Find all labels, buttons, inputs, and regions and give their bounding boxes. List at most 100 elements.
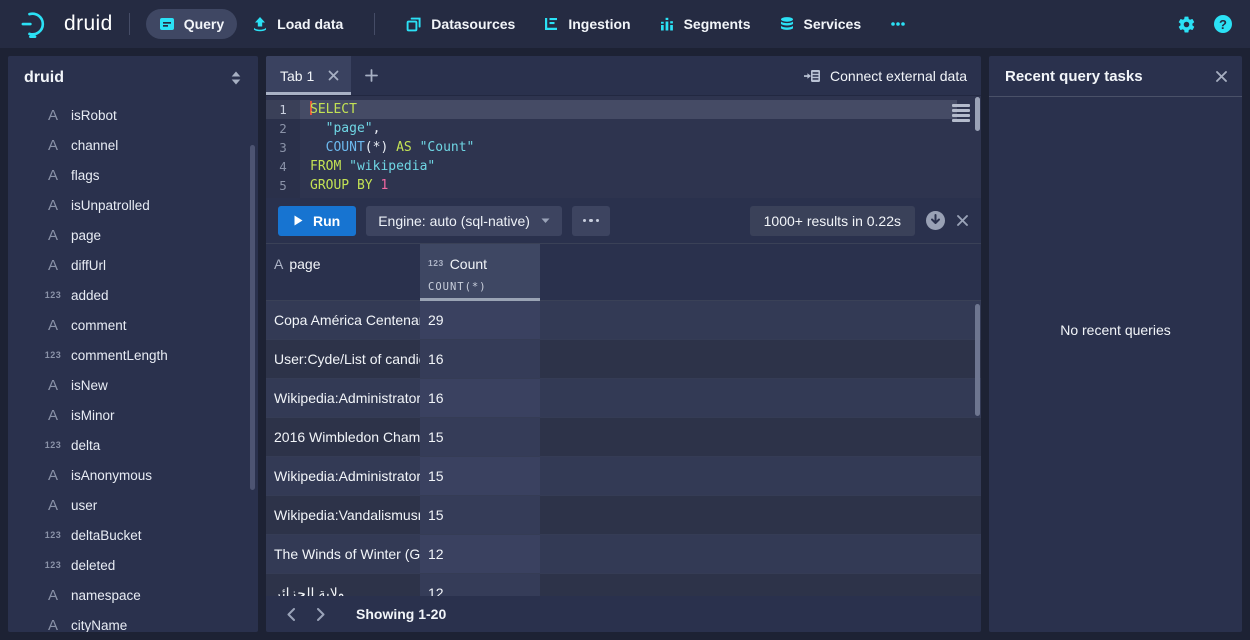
- sidebar-column-isNew[interactable]: AisNew: [8, 370, 258, 400]
- editor-line[interactable]: 2 "page",: [266, 119, 981, 138]
- cell-count-value[interactable]: 15: [420, 496, 540, 534]
- connect-external-data-button[interactable]: Connect external data: [804, 68, 981, 84]
- close-tasks-panel-button[interactable]: [1215, 70, 1228, 83]
- engine-select[interactable]: Engine: auto (sql-native): [366, 206, 562, 236]
- line-number: 1: [266, 100, 300, 119]
- sidebar-column-deleted[interactable]: 123deleted: [8, 550, 258, 580]
- sidebar-column-isRobot[interactable]: AisRobot: [8, 100, 258, 130]
- connect-external-data-icon: [804, 68, 821, 84]
- sidebar-column-page[interactable]: Apage: [8, 220, 258, 250]
- cell-page-value[interactable]: User:Cyde/List of candidates for speedy …: [266, 340, 420, 378]
- column-header-page[interactable]: A page: [266, 244, 420, 300]
- results-summary: 1000+ results in 0.22s: [750, 206, 915, 236]
- help-button[interactable]: ?: [1214, 15, 1232, 33]
- sidebar-column-isAnonymous[interactable]: AisAnonymous: [8, 460, 258, 490]
- download-results-button[interactable]: [925, 210, 946, 231]
- column-name: added: [71, 288, 109, 303]
- close-results-button[interactable]: [956, 214, 969, 227]
- query-more-button[interactable]: [572, 206, 610, 236]
- sidebar-column-channel[interactable]: Achannel: [8, 130, 258, 160]
- nav-item-ingestion[interactable]: Ingestion: [530, 9, 643, 39]
- cell-page-value[interactable]: Wikipedia:Vandalismusmeldung: [266, 496, 420, 534]
- sidebar-column-comment[interactable]: Acomment: [8, 310, 258, 340]
- code-line: ORDER BY 2 DESC: [300, 195, 957, 198]
- sidebar-column-deltaBucket[interactable]: 123deltaBucket: [8, 520, 258, 550]
- cell-count-value[interactable]: 12: [420, 574, 540, 596]
- sidebar-scrollbar[interactable]: [250, 145, 255, 490]
- table-row: ولاية الجزائر12: [266, 574, 981, 596]
- sidebar-column-added[interactable]: 123added: [8, 280, 258, 310]
- nav-item-query[interactable]: Query: [146, 9, 237, 39]
- showing-range: Showing 1-20: [356, 606, 446, 622]
- sidebar-column-user[interactable]: Auser: [8, 490, 258, 520]
- nav-more-button[interactable]: [876, 9, 920, 39]
- next-page-button[interactable]: [310, 603, 332, 625]
- tab-1[interactable]: Tab 1: [266, 56, 351, 95]
- code-line: "page",: [300, 119, 957, 138]
- datasource-header[interactable]: druid: [8, 56, 258, 100]
- cell-page-value[interactable]: Wikipedia:Administrators' noticeboard/In…: [266, 379, 420, 417]
- cell-page-value[interactable]: The Winds of Winter (Game of Thrones): [266, 535, 420, 573]
- column-header-expression: COUNT(*): [428, 281, 540, 293]
- cell-count-value[interactable]: 15: [420, 457, 540, 495]
- run-button[interactable]: Run: [278, 206, 356, 236]
- engine-label: Engine: auto (sql-native): [378, 213, 530, 229]
- editor-line[interactable]: 3 COUNT(*) AS "Count": [266, 138, 981, 157]
- row-filler: [540, 457, 981, 495]
- string-type-icon: A: [42, 617, 64, 633]
- table-scrollbar[interactable]: [975, 304, 980, 416]
- column-name: channel: [71, 138, 118, 153]
- close-icon[interactable]: [328, 70, 339, 81]
- number-type-icon: 123: [42, 440, 64, 450]
- column-name: page: [71, 228, 101, 243]
- query-icon: [159, 16, 175, 32]
- cell-page-value[interactable]: 2016 Wimbledon Championships – Men's Sin…: [266, 418, 420, 456]
- chevron-down-icon: [541, 218, 550, 224]
- sidebar-column-diffUrl[interactable]: AdiffUrl: [8, 250, 258, 280]
- nav-item-services[interactable]: Services: [766, 9, 875, 39]
- sql-editor[interactable]: 1SELECT2 "page",3 COUNT(*) AS "Count"4FR…: [266, 95, 981, 198]
- nav-item-label: Ingestion: [568, 16, 630, 32]
- cell-page-value[interactable]: Copa América Centenario: [266, 301, 420, 339]
- string-type-icon: A: [42, 107, 64, 124]
- nav-item-datasources[interactable]: Datasources: [393, 9, 528, 39]
- sidebar-column-commentLength[interactable]: 123commentLength: [8, 340, 258, 370]
- row-filler: [540, 340, 981, 378]
- settings-button[interactable]: [1177, 15, 1196, 34]
- tab-label: Tab 1: [280, 68, 314, 84]
- nav-items: Query Load data Datasources Ingestion Se…: [146, 9, 920, 39]
- cell-count-value[interactable]: 29: [420, 301, 540, 339]
- editor-line[interactable]: 4FROM "wikipedia": [266, 157, 981, 176]
- tasks-panel-header: Recent query tasks: [989, 56, 1242, 97]
- column-name: delta: [71, 438, 100, 453]
- sidebar-column-isUnpatrolled[interactable]: AisUnpatrolled: [8, 190, 258, 220]
- sidebar-column-isMinor[interactable]: AisMinor: [8, 400, 258, 430]
- editor-scrollbar[interactable]: [975, 97, 980, 131]
- cell-page-value[interactable]: Wikipedia:Administrator intervention aga…: [266, 457, 420, 495]
- editor-line[interactable]: 1SELECT: [266, 100, 981, 119]
- string-type-icon: A: [42, 377, 64, 394]
- column-name: diffUrl: [71, 258, 106, 273]
- cell-count-value[interactable]: 16: [420, 340, 540, 378]
- add-tab-button[interactable]: [351, 56, 391, 95]
- sidebar-column-delta[interactable]: 123 delta: [8, 430, 258, 460]
- cell-count-value[interactable]: 15: [420, 418, 540, 456]
- nav-item-label: Query: [184, 16, 224, 32]
- editor-menu-icon[interactable]: [952, 104, 970, 124]
- sidebar-column-flags[interactable]: Aflags: [8, 160, 258, 190]
- cell-count-value[interactable]: 12: [420, 535, 540, 573]
- column-header-count[interactable]: 123 Count COUNT(*): [420, 244, 540, 300]
- brand[interactable]: druid: [18, 9, 113, 39]
- cell-count-value[interactable]: 16: [420, 379, 540, 417]
- sidebar-column-namespace[interactable]: Anamespace: [8, 580, 258, 610]
- editor-line[interactable]: 5GROUP BY 1: [266, 176, 981, 195]
- sort-icon[interactable]: [230, 71, 242, 85]
- cell-page-value[interactable]: ولاية الجزائر: [266, 574, 420, 596]
- nav-item-load-data[interactable]: Load data: [239, 9, 356, 39]
- prev-page-button[interactable]: [280, 603, 302, 625]
- nav-item-segments[interactable]: Segments: [646, 9, 764, 39]
- editor-line[interactable]: 6ORDER BY 2 DESC: [266, 195, 981, 198]
- tasks-panel-title: Recent query tasks: [1005, 68, 1143, 85]
- sidebar-column-cityName[interactable]: AcityName: [8, 610, 258, 632]
- table-row: User:Cyde/List of candidates for speedy …: [266, 340, 981, 379]
